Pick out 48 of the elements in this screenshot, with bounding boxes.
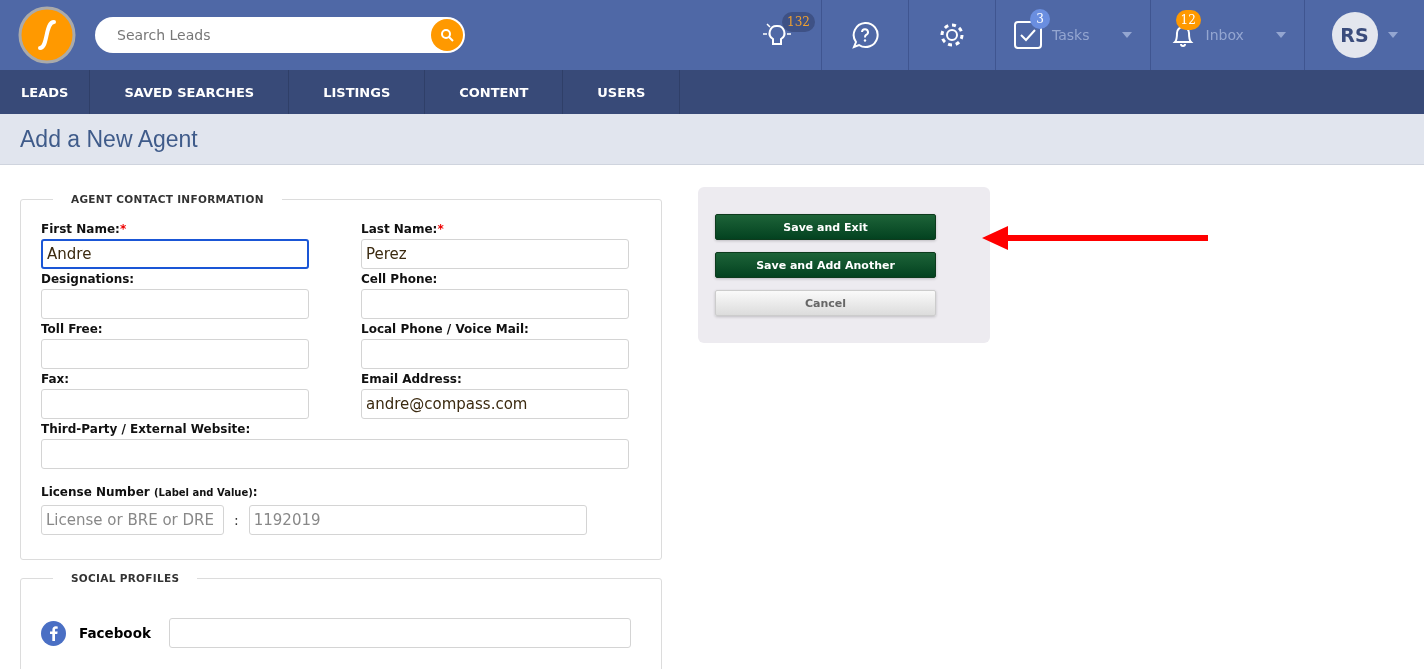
notification-badge: 132 bbox=[782, 12, 815, 32]
input-field[interactable]: 1192019 bbox=[248, 505, 587, 535]
notification-badge: 12 bbox=[1175, 10, 1201, 30]
settings-icon[interactable] bbox=[938, 21, 966, 49]
input-field[interactable] bbox=[41, 439, 629, 469]
search-field[interactable]: Search Leads bbox=[95, 17, 465, 53]
caret-icon[interactable] bbox=[1122, 32, 1132, 38]
input-field[interactable] bbox=[41, 289, 309, 319]
input-field[interactable] bbox=[41, 389, 309, 419]
action-button[interactable]: Save and Add Another bbox=[715, 252, 936, 278]
user-avatar[interactable]: RS bbox=[1331, 12, 1378, 58]
search-icon bbox=[440, 28, 454, 42]
notification-badge: 3 bbox=[1030, 9, 1050, 29]
input-field[interactable] bbox=[361, 339, 629, 369]
field-label: Fax: bbox=[41, 371, 71, 388]
input-field[interactable]: License or BRE or DRE bbox=[41, 505, 224, 535]
search-input[interactable]: Search Leads bbox=[115, 26, 431, 44]
section-title: SOCIAL PROFILES bbox=[70, 572, 181, 584]
caret-icon[interactable] bbox=[1275, 32, 1286, 38]
field-label: Email Address: bbox=[361, 371, 463, 388]
field-label: Facebook bbox=[79, 625, 152, 641]
required-mark: * bbox=[437, 222, 444, 236]
required-mark: * bbox=[119, 222, 127, 236]
page-title: Add a New Agent bbox=[20, 125, 198, 153]
input-field[interactable]: Perez bbox=[361, 239, 629, 269]
action-button[interactable]: Cancel bbox=[715, 290, 936, 316]
caret-icon[interactable] bbox=[1387, 32, 1398, 38]
input-field[interactable]: Andre bbox=[41, 239, 309, 269]
facebook-icon bbox=[41, 620, 66, 646]
field-label: Cell Phone: bbox=[361, 271, 439, 288]
field-label: Last Name:* bbox=[361, 221, 445, 238]
input-field[interactable] bbox=[41, 339, 309, 369]
section-title: AGENT CONTACT INFORMATION bbox=[70, 193, 265, 205]
field-label: Toll Free: bbox=[41, 321, 104, 338]
field-label: Third-Party / External Website: bbox=[41, 421, 252, 438]
input-field[interactable] bbox=[361, 289, 629, 319]
action-button[interactable]: Save and Exit bbox=[715, 214, 936, 240]
logo-icon[interactable] bbox=[18, 6, 76, 64]
field-label: First Name:* bbox=[41, 221, 128, 238]
separator-text: : bbox=[234, 512, 239, 528]
checkbox-icon[interactable] bbox=[1014, 21, 1042, 49]
input-field[interactable]: andre@compass.com bbox=[361, 389, 629, 419]
field-label: Local Phone / Voice Mail: bbox=[361, 321, 530, 338]
search-button[interactable] bbox=[431, 19, 463, 51]
help-icon[interactable] bbox=[851, 21, 879, 49]
input-field[interactable] bbox=[169, 618, 631, 648]
field-label: Designations: bbox=[41, 271, 136, 288]
field-label: License Number (Label and Value): bbox=[41, 484, 259, 501]
